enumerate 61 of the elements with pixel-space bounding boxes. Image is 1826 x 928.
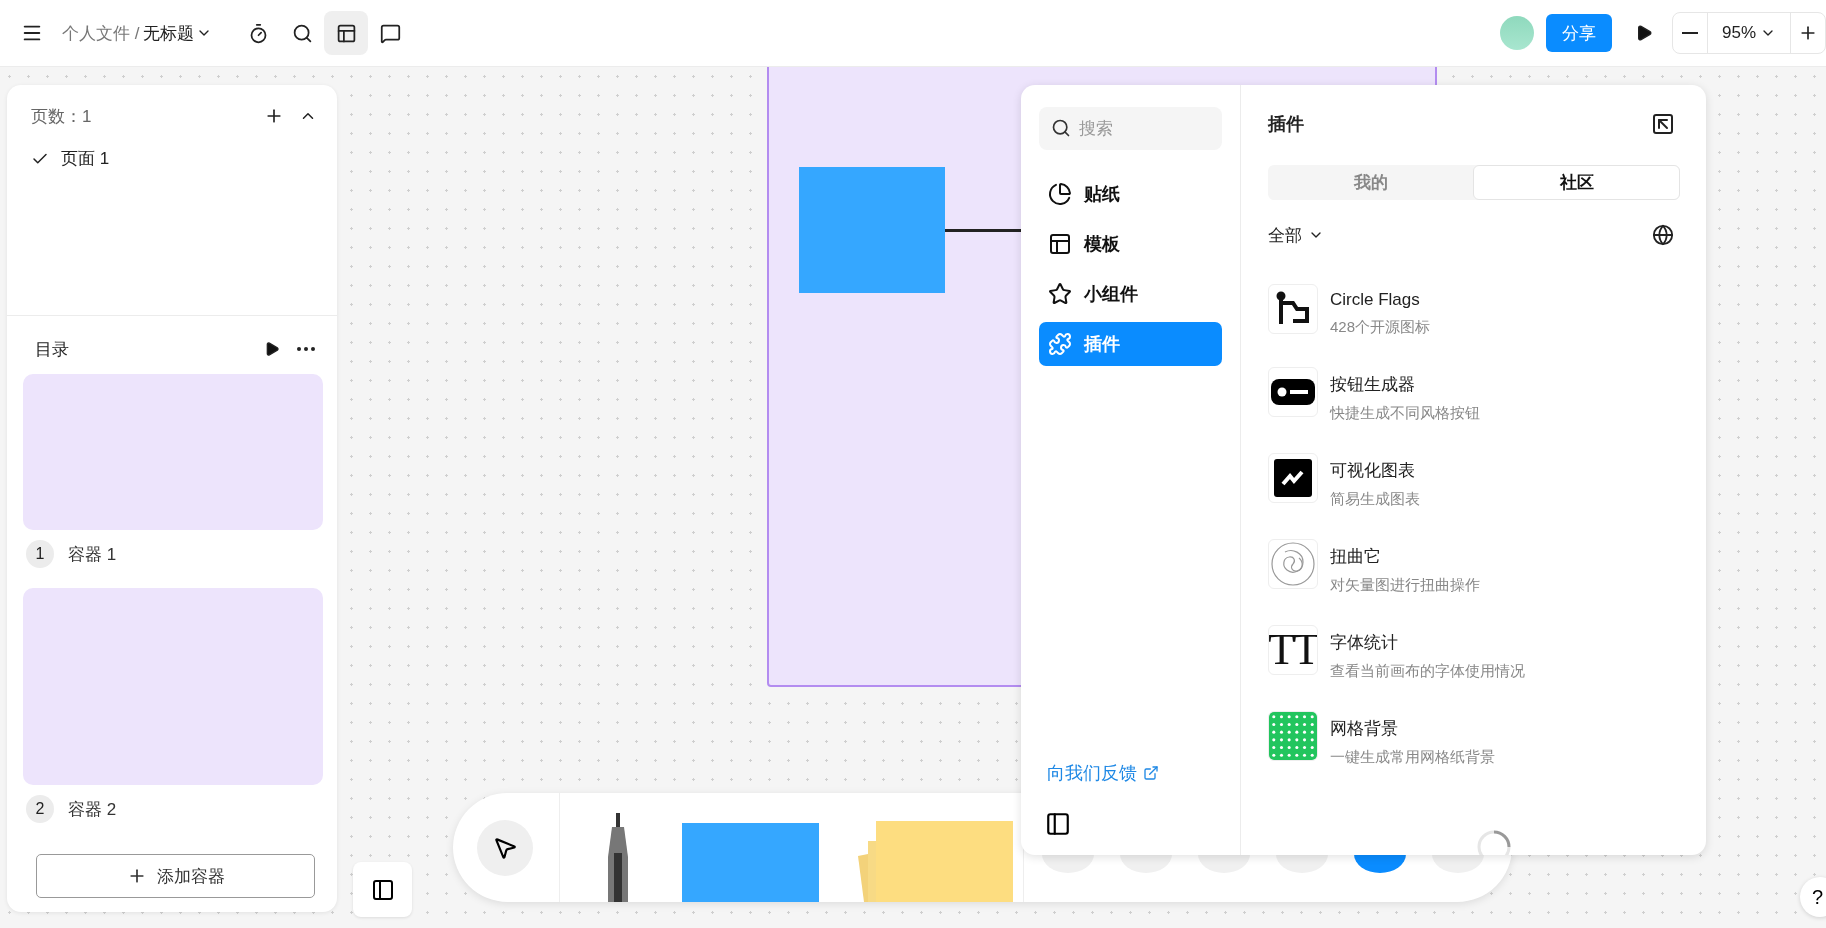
page-count: 页数：1 xyxy=(31,105,93,128)
container-number: 1 xyxy=(26,540,54,568)
plugin-description: 查看当前画布的字体使用情况 xyxy=(1330,662,1525,681)
help-button[interactable]: ? xyxy=(1800,877,1826,917)
panel-toggle-button[interactable] xyxy=(353,862,412,917)
external-link-icon xyxy=(1143,765,1159,781)
nav-item[interactable]: 小组件 xyxy=(1039,272,1222,316)
pie-icon xyxy=(1048,182,1072,206)
filter-dropdown[interactable]: 全部 xyxy=(1268,223,1324,247)
plugin-icon[interactable] xyxy=(1268,367,1318,417)
container-thumbnail[interactable] xyxy=(23,588,323,785)
nav-item[interactable]: 贴纸 xyxy=(1039,172,1222,216)
plugin-name[interactable]: 字体统计 xyxy=(1330,631,1525,654)
flag-icon xyxy=(1275,291,1311,327)
minus-icon xyxy=(1681,32,1698,34)
plugin-name[interactable]: Circle Flags xyxy=(1330,290,1431,310)
sidebar-icon xyxy=(370,877,395,902)
file-title-dropdown[interactable]: 无标题 xyxy=(139,21,217,45)
plugin-name[interactable]: 扭曲它 xyxy=(1330,545,1480,568)
container-number: 2 xyxy=(26,795,54,823)
sidebar-icon xyxy=(1045,811,1071,837)
outline-title: 目录 xyxy=(34,338,70,361)
loading-spinner-icon xyxy=(1476,829,1512,855)
globe-icon xyxy=(1652,224,1674,246)
chart-icon xyxy=(1274,459,1312,497)
more-icon xyxy=(297,347,315,351)
star-icon xyxy=(1048,282,1072,306)
toolbar-button[interactable] xyxy=(324,11,369,55)
search-field[interactable]: 搜索 xyxy=(1039,107,1222,150)
add-container-button[interactable]: 添加容器 xyxy=(36,854,315,898)
plugin-name[interactable]: 网格背景 xyxy=(1330,717,1495,740)
plugin-description: 428个开源图标 xyxy=(1330,318,1431,337)
swirl-icon xyxy=(1270,541,1316,587)
plugin-description: 一键生成常用网格纸背景 xyxy=(1330,748,1495,767)
tab[interactable]: 社区 xyxy=(1473,165,1680,200)
plugin-name[interactable]: 按钮生成器 xyxy=(1330,373,1480,396)
toggle-icon xyxy=(1271,379,1315,405)
play-icon xyxy=(264,341,280,357)
breadcrumb-parent[interactable]: 个人文件 / xyxy=(62,21,140,45)
plugin-description: 简易生成图表 xyxy=(1330,490,1420,509)
panel-title: 插件 xyxy=(1268,113,1305,136)
comment-icon xyxy=(379,22,401,44)
puzzle-icon xyxy=(1048,332,1072,356)
feedback-link[interactable]: 向我们反馈 xyxy=(1039,761,1222,785)
container-thumbnail[interactable] xyxy=(23,374,323,530)
nav-item[interactable]: 模板 xyxy=(1039,222,1222,266)
plugin-description: 快捷生成不同风格按钮 xyxy=(1330,404,1480,423)
arrow-box-icon xyxy=(1651,112,1675,136)
page-item[interactable]: 页面 1 xyxy=(31,147,110,170)
grid-icon xyxy=(1269,712,1317,760)
plugin-name[interactable]: 可视化图表 xyxy=(1330,459,1420,482)
plugin-description: 对矢量图进行扭曲操作 xyxy=(1330,576,1480,595)
plugin-icon[interactable] xyxy=(1268,453,1318,503)
search-icon xyxy=(291,22,313,44)
layout-icon xyxy=(335,22,357,44)
search-icon xyxy=(1051,118,1071,138)
container-name[interactable]: 容器 1 xyxy=(68,542,117,566)
layout-icon xyxy=(1048,232,1072,256)
zoom-dropdown[interactable]: 95% xyxy=(1706,13,1791,53)
container-name[interactable]: 容器 2 xyxy=(68,797,117,821)
plugin-icon[interactable] xyxy=(1268,284,1318,334)
